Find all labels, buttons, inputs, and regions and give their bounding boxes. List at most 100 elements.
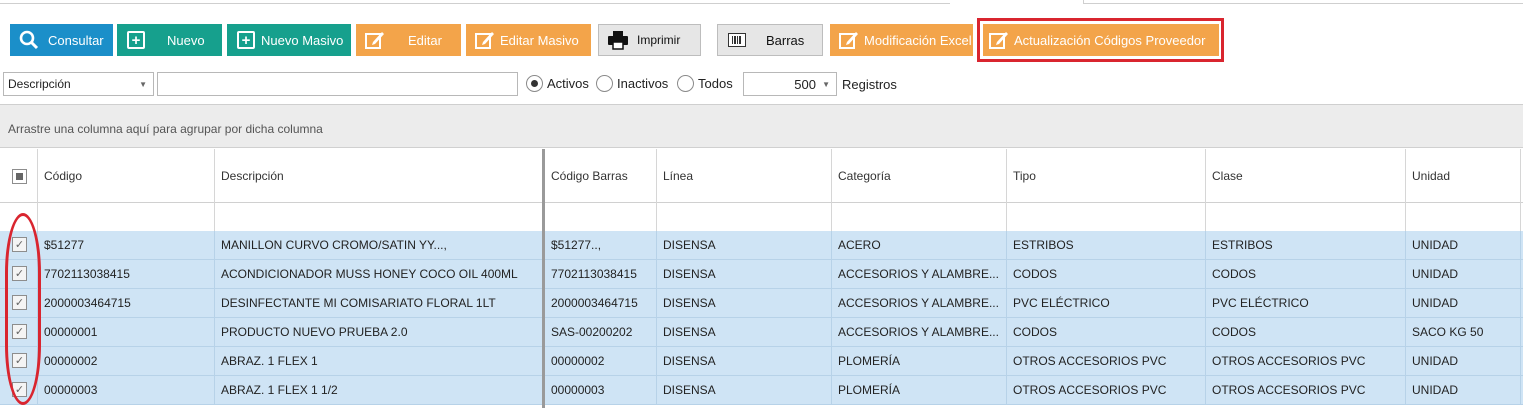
editar-masivo-button[interactable]: Editar Masivo	[466, 24, 591, 56]
cell-codigo[interactable]: 7702113038415	[38, 260, 215, 288]
cell-descripcion[interactable]: ABRAZ. 1 FLEX 1	[215, 347, 543, 375]
cell-codigo-barras[interactable]: SAS-00200202	[545, 318, 657, 346]
barras-button[interactable]: Barras	[717, 24, 823, 56]
cell-descripcion[interactable]: ABRAZ. 1 FLEX 1 1/2	[215, 376, 543, 404]
column-header-codigo[interactable]: Código	[38, 149, 215, 203]
column-header-categoria[interactable]: Categoría	[832, 149, 1007, 203]
imprimir-button[interactable]: Imprimir	[598, 24, 701, 56]
cell-codigo[interactable]: $51277	[38, 231, 215, 259]
cell-clase[interactable]: CODOS	[1206, 260, 1406, 288]
radio-unchecked-icon	[596, 75, 613, 92]
radio-inactivos[interactable]: Inactivos	[596, 75, 668, 92]
highlight-oval-annotation	[5, 213, 41, 405]
cell-descripcion[interactable]: ACONDICIONADOR MUSS HONEY COCO OIL 400ML	[215, 260, 543, 288]
cell-tipo[interactable]: OTROS ACCESORIOS PVC	[1007, 376, 1206, 404]
cell-unidad[interactable]: UNIDAD	[1406, 376, 1521, 404]
cell-codigo[interactable]: 00000002	[38, 347, 215, 375]
column-header-codigo-barras[interactable]: Código Barras	[545, 149, 657, 203]
barras-label: Barras	[766, 32, 805, 48]
column-header-clase[interactable]: Clase	[1206, 149, 1406, 203]
cell-unidad[interactable]: UNIDAD	[1406, 231, 1521, 259]
cell-linea[interactable]: DISENSA	[657, 318, 832, 346]
editar-button[interactable]: Editar	[356, 24, 461, 56]
cell-categoria[interactable]: ACCESORIOS Y ALAMBRE...	[832, 260, 1007, 288]
cell-clase[interactable]: OTROS ACCESORIOS PVC	[1206, 347, 1406, 375]
modificacion-excel-button[interactable]: Modificación Excel	[830, 24, 973, 56]
cell-linea[interactable]: DISENSA	[657, 289, 832, 317]
cell-tipo[interactable]: CODOS	[1007, 260, 1206, 288]
cell-clase[interactable]: OTROS ACCESORIOS PVC	[1206, 376, 1406, 404]
tab-area-right	[1083, 0, 1523, 4]
filter-cell-linea[interactable]	[657, 203, 832, 233]
search-input[interactable]	[157, 72, 518, 96]
cell-descripcion[interactable]: MANILLON CURVO CROMO/SATIN YY...,	[215, 231, 543, 259]
cell-tipo[interactable]: OTROS ACCESORIOS PVC	[1007, 347, 1206, 375]
table-row[interactable]: ✓ 7702113038415 ACONDICIONADOR MUSS HONE…	[0, 260, 1523, 289]
frozen-column-divider[interactable]	[542, 149, 545, 408]
cell-categoria[interactable]: PLOMERÍA	[832, 347, 1007, 375]
cell-codigo-barras[interactable]: 7702113038415	[545, 260, 657, 288]
group-by-panel[interactable]: Arrastre una columna aquí para agrupar p…	[0, 105, 1523, 148]
cell-linea[interactable]: DISENSA	[657, 231, 832, 259]
table-row[interactable]: ✓ $51277 MANILLON CURVO CROMO/SATIN YY..…	[0, 231, 1523, 260]
cell-unidad[interactable]: UNIDAD	[1406, 347, 1521, 375]
radio-todos[interactable]: Todos	[677, 75, 733, 92]
filter-cell-codigo-barras[interactable]	[545, 203, 657, 233]
consultar-button[interactable]: Consultar	[10, 24, 113, 56]
cell-categoria[interactable]: ACCESORIOS Y ALAMBRE...	[832, 318, 1007, 346]
filter-cell-unidad[interactable]	[1406, 203, 1521, 233]
table-row[interactable]: ✓ 00000002 ABRAZ. 1 FLEX 1 00000002 DISE…	[0, 347, 1523, 376]
nuevo-button[interactable]: + Nuevo	[117, 24, 222, 56]
cell-linea[interactable]: DISENSA	[657, 347, 832, 375]
column-label: Descripción	[221, 169, 284, 183]
column-header-linea[interactable]: Línea	[657, 149, 832, 203]
select-all-checkbox[interactable]	[12, 169, 27, 184]
cell-codigo-barras[interactable]: $51277..,	[545, 231, 657, 259]
records-count-value: 500	[794, 76, 816, 92]
cell-clase[interactable]: ESTRIBOS	[1206, 231, 1406, 259]
search-field-selected: Descripción	[8, 77, 71, 91]
editar-masivo-label: Editar Masivo	[500, 32, 579, 48]
cell-codigo-barras[interactable]: 00000003	[545, 376, 657, 404]
cell-linea[interactable]: DISENSA	[657, 260, 832, 288]
table-row[interactable]: ✓ 00000003 ABRAZ. 1 FLEX 1 1/2 00000003 …	[0, 376, 1523, 405]
cell-codigo[interactable]: 2000003464715	[38, 289, 215, 317]
cell-tipo[interactable]: CODOS	[1007, 318, 1206, 346]
cell-unidad[interactable]: UNIDAD	[1406, 289, 1521, 317]
filter-cell-categoria[interactable]	[832, 203, 1007, 233]
radio-unchecked-icon	[677, 75, 694, 92]
cell-tipo[interactable]: ESTRIBOS	[1007, 231, 1206, 259]
filter-cell-tipo[interactable]	[1007, 203, 1206, 233]
table-row[interactable]: ✓ 00000001 PRODUCTO NUEVO PRUEBA 2.0 SAS…	[0, 318, 1523, 347]
cell-linea[interactable]: DISENSA	[657, 376, 832, 404]
cell-clase[interactable]: PVC ELÉCTRICO	[1206, 289, 1406, 317]
filter-cell-descripcion[interactable]	[215, 203, 543, 233]
cell-descripcion[interactable]: PRODUCTO NUEVO PRUEBA 2.0	[215, 318, 543, 346]
column-header-descripcion[interactable]: Descripción	[215, 149, 543, 203]
highlight-rectangle-annotation	[977, 18, 1224, 62]
column-header-unidad[interactable]: Unidad	[1406, 149, 1521, 203]
edit-icon	[838, 29, 860, 51]
radio-activos[interactable]: Activos	[526, 75, 589, 92]
cell-descripcion[interactable]: DESINFECTANTE MI COMISARIATO FLORAL 1LT	[215, 289, 543, 317]
cell-clase[interactable]: CODOS	[1206, 318, 1406, 346]
table-row[interactable]: ✓ 2000003464715 DESINFECTANTE MI COMISAR…	[0, 289, 1523, 318]
filter-cell-clase[interactable]	[1206, 203, 1406, 233]
select-all-header[interactable]	[0, 149, 38, 203]
records-count-select[interactable]: 500 ▼	[743, 72, 837, 96]
cell-unidad[interactable]: SACO KG 50	[1406, 318, 1521, 346]
cell-codigo[interactable]: 00000003	[38, 376, 215, 404]
column-header-tipo[interactable]: Tipo	[1007, 149, 1206, 203]
search-field-select[interactable]: Descripción ▼	[3, 72, 154, 96]
cell-tipo[interactable]: PVC ELÉCTRICO	[1007, 289, 1206, 317]
cell-codigo[interactable]: 00000001	[38, 318, 215, 346]
nuevo-masivo-button[interactable]: + Nuevo Masivo	[227, 24, 351, 56]
edit-icon	[364, 29, 386, 51]
filter-cell-codigo[interactable]	[38, 203, 215, 233]
cell-categoria[interactable]: ACCESORIOS Y ALAMBRE...	[832, 289, 1007, 317]
cell-codigo-barras[interactable]: 2000003464715	[545, 289, 657, 317]
cell-categoria[interactable]: ACERO	[832, 231, 1007, 259]
cell-unidad[interactable]: UNIDAD	[1406, 260, 1521, 288]
cell-categoria[interactable]: PLOMERÍA	[832, 376, 1007, 404]
cell-codigo-barras[interactable]: 00000002	[545, 347, 657, 375]
